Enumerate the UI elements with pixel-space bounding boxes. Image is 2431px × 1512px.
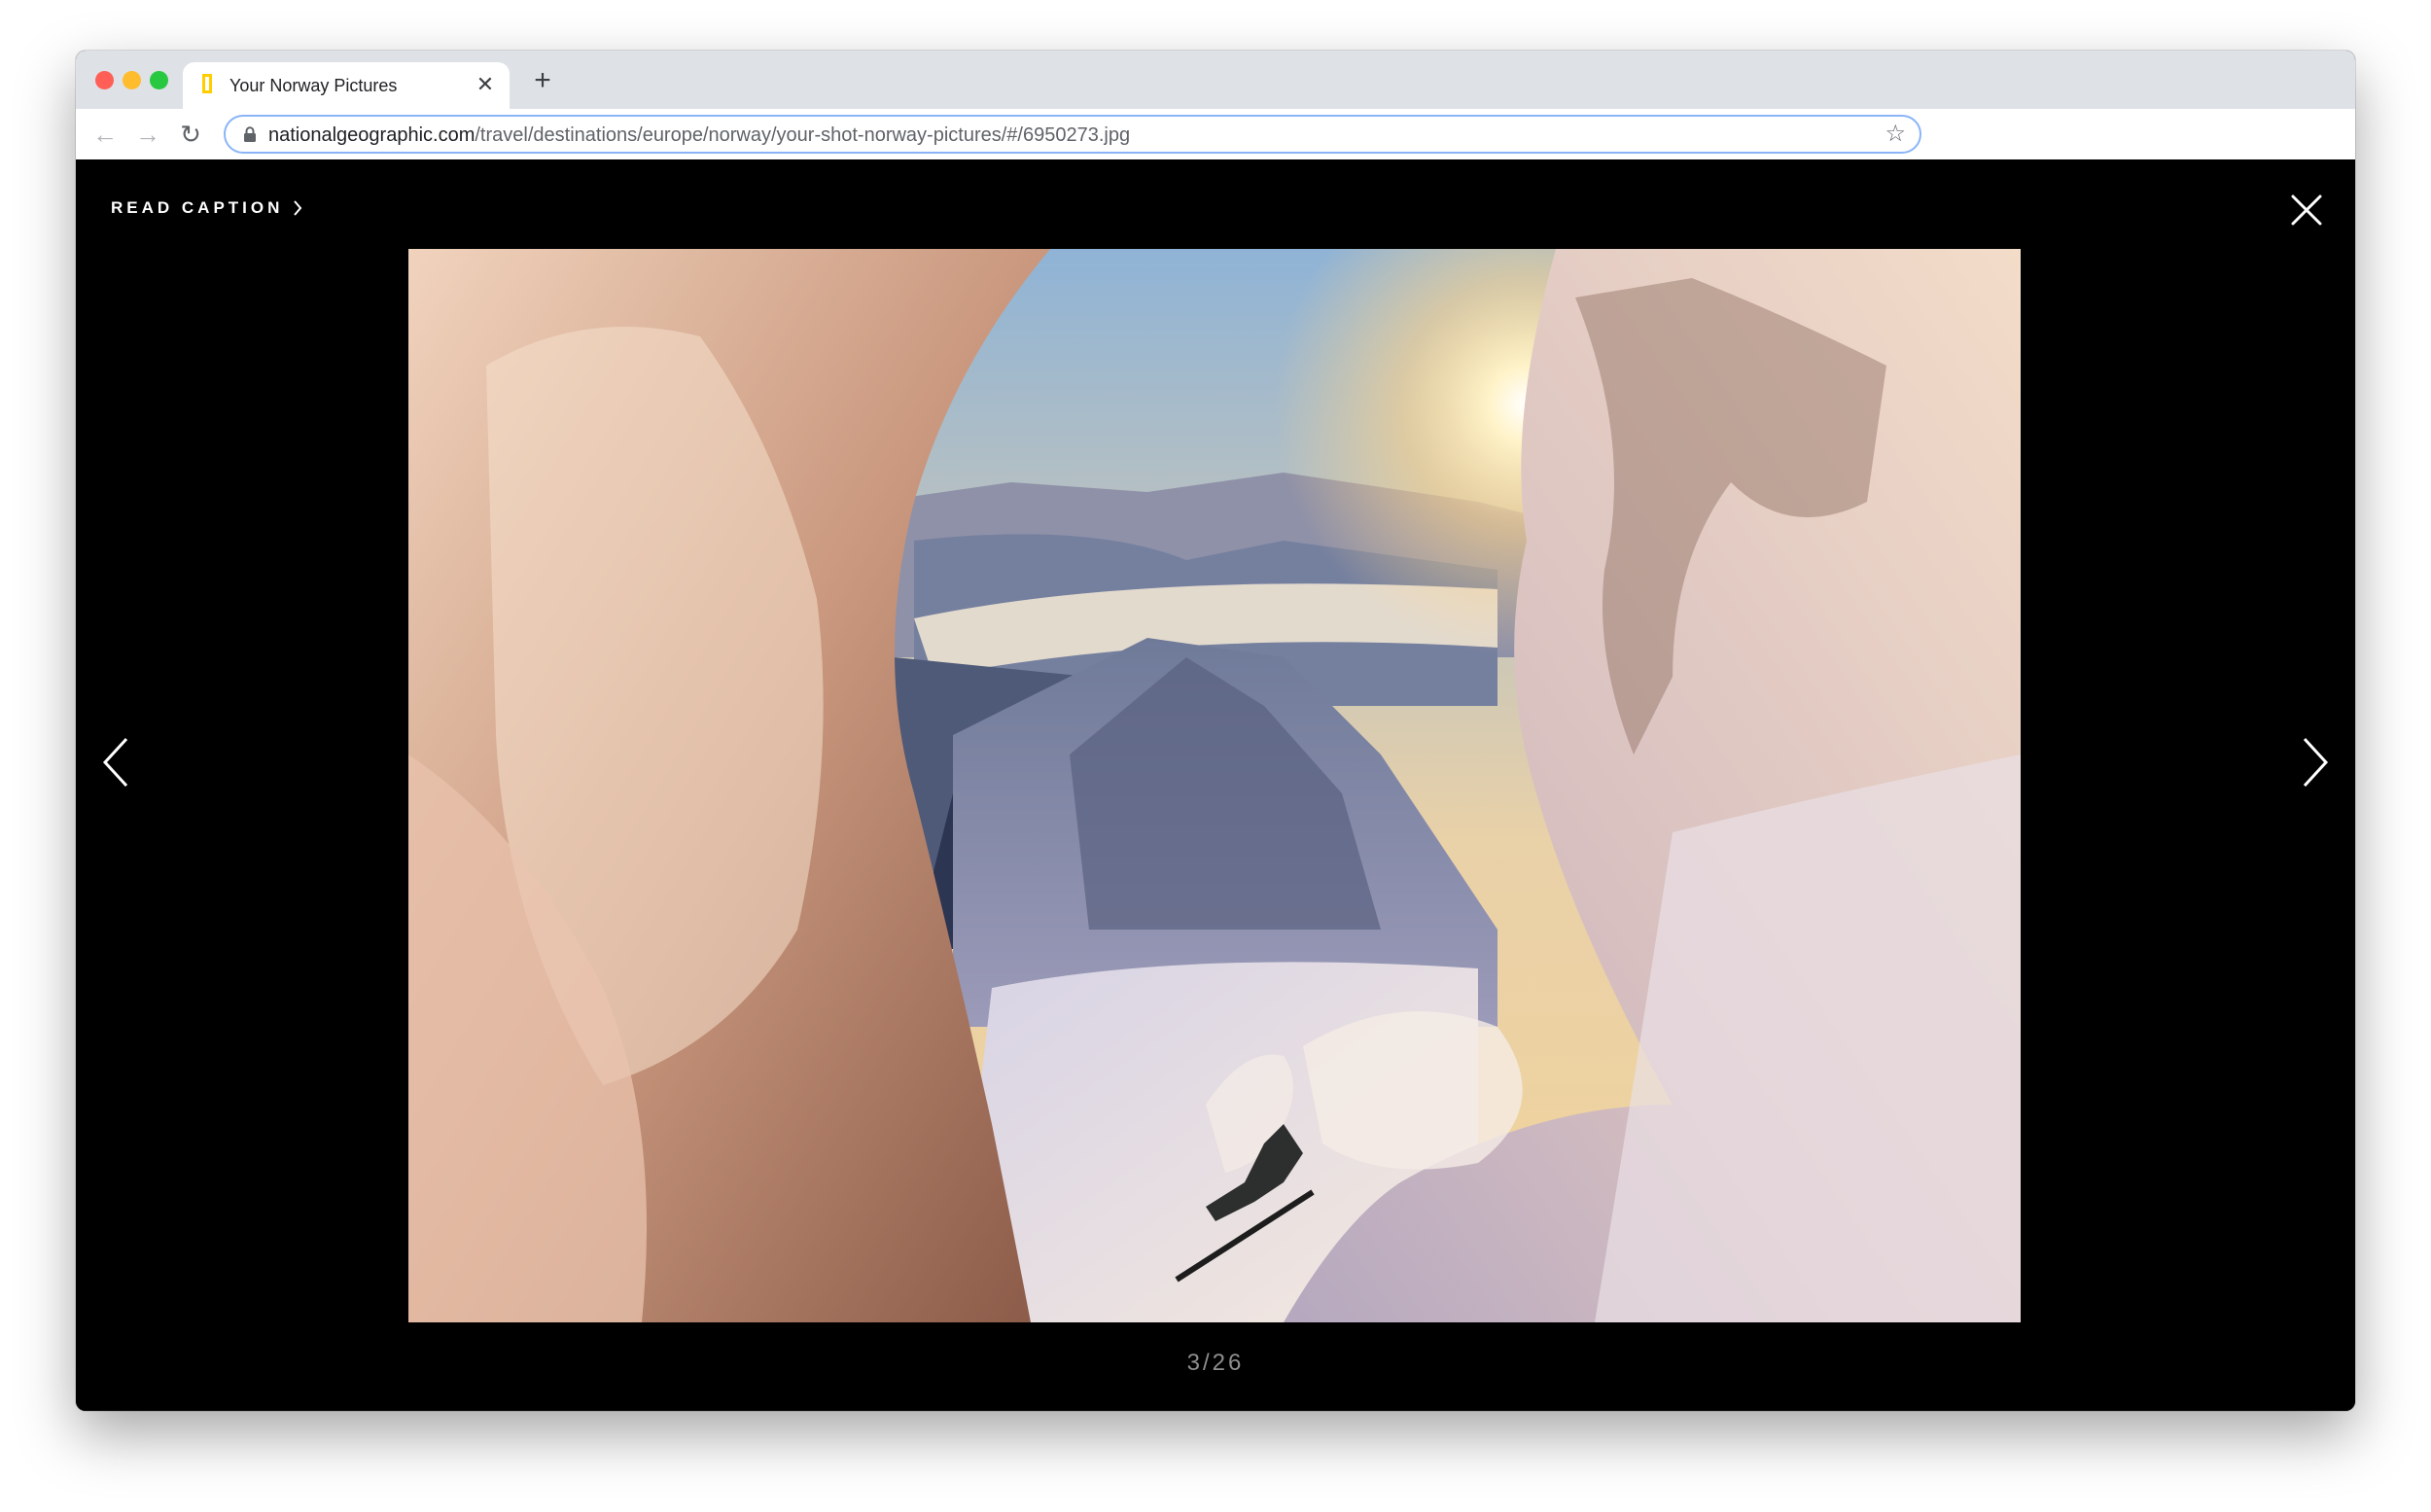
browser-toolbar: ← → ↻ nationalgeographic.com/travel/dest… bbox=[76, 109, 2355, 160]
bookmark-star-icon[interactable]: ☆ bbox=[1885, 122, 1906, 147]
slide-counter: 3/26 bbox=[1186, 1350, 1245, 1376]
lock-icon[interactable] bbox=[243, 126, 257, 142]
chevron-right-icon bbox=[294, 200, 302, 216]
browser-window: Your Norway Pictures ✕ + ← → ↻ nationalg… bbox=[76, 51, 2355, 1411]
tab-strip: Your Norway Pictures ✕ + bbox=[76, 51, 2355, 109]
close-icon[interactable] bbox=[2287, 191, 2326, 229]
read-caption-button[interactable]: READ CAPTION bbox=[111, 198, 302, 218]
tab-title: Your Norway Pictures bbox=[229, 76, 398, 95]
reload-button[interactable]: ↻ bbox=[175, 119, 206, 150]
gallery-photo bbox=[408, 249, 2021, 1322]
new-tab-button[interactable]: + bbox=[525, 64, 560, 99]
forward-button[interactable]: → bbox=[132, 119, 163, 150]
minimize-window-button[interactable] bbox=[123, 71, 141, 89]
browser-tab-active[interactable]: Your Norway Pictures ✕ bbox=[183, 62, 510, 109]
url-path: /travel/destinations/europe/norway/your-… bbox=[475, 124, 1131, 146]
chevron-right-icon[interactable] bbox=[2299, 733, 2334, 791]
chevron-left-icon[interactable] bbox=[97, 733, 132, 791]
url-text[interactable]: nationalgeographic.com/travel/destinatio… bbox=[268, 124, 1130, 147]
back-button[interactable]: ← bbox=[89, 119, 121, 150]
tab-close-icon[interactable]: ✕ bbox=[473, 72, 498, 97]
maximize-window-button[interactable] bbox=[150, 71, 168, 89]
photo-gallery-viewer: READ CAPTION 3/26 bbox=[76, 159, 2355, 1411]
natgeo-favicon-icon bbox=[202, 74, 212, 93]
address-bar[interactable]: nationalgeographic.com/travel/destinatio… bbox=[224, 115, 1921, 154]
read-caption-label: READ CAPTION bbox=[111, 198, 284, 217]
url-host: nationalgeographic.com bbox=[268, 124, 476, 146]
close-window-button[interactable] bbox=[95, 71, 114, 89]
